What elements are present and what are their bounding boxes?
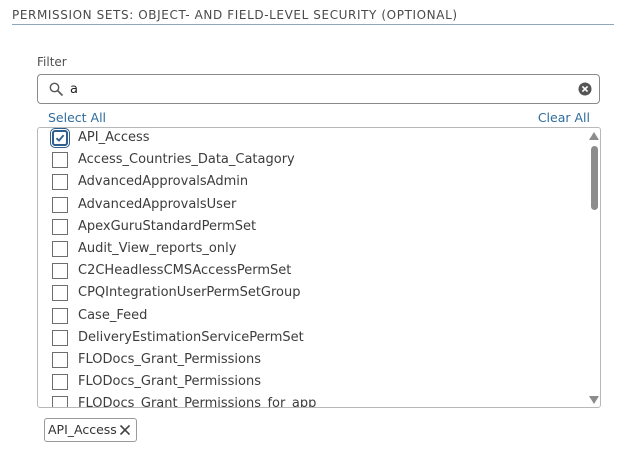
filter-label: Filter [37,55,67,69]
checkbox[interactable] [52,263,68,280]
checkbox[interactable] [52,241,68,257]
list-item[interactable]: DeliveryEstimationServicePermSet [38,328,578,350]
list-item-label: FLODocs_Grant_Permissions [78,352,261,367]
checkbox[interactable] [52,152,68,169]
filter-field[interactable] [37,74,600,104]
remove-x-icon[interactable] [119,424,131,436]
checkbox[interactable] [52,307,68,324]
selected-pill: API_Access [44,418,137,442]
checkbox[interactable] [52,329,68,346]
list-item-label: Case_Feed [78,307,148,323]
list-item-label: Audit_View_reports_only [78,241,237,256]
list-item-label: CPQIntegrationUserPermSetGroup [78,285,301,301]
list-item-label: AdvancedApprovalsUser [78,196,237,212]
list-item[interactable]: ApexGuruStandardPermSet [38,217,578,239]
list-item-label: DeliveryEstimationServicePermSet [78,329,304,345]
checkbox-checked[interactable] [50,128,70,148]
list-item[interactable]: FLODocs_Grant_Permissions_for_app [38,394,578,408]
list-item-label: C2CHeadlessCMSAccessPermSet [78,263,292,279]
list-item-label: ApexGuruStandardPermSet [78,218,257,234]
list-item[interactable]: AdvancedApprovalsUser [38,195,578,217]
list-item[interactable]: FLODocs_Grant_Permissions [38,350,578,372]
checkbox[interactable] [52,285,68,302]
clear-all-link[interactable]: Clear All [538,110,590,125]
checkbox[interactable] [52,374,68,391]
checkbox[interactable] [52,174,68,191]
list-item-label: API_Access [78,130,150,145]
checkbox[interactable] [52,196,68,213]
section-title: PERMISSION SETS: OBJECT- AND FIELD-LEVEL… [12,8,458,22]
checkbox[interactable] [52,396,68,407]
scrollbar-thumb[interactable] [591,146,598,210]
checkbox[interactable] [52,218,68,235]
permission-set-list[interactable]: API_Access Access_Countries_Data_Catagory… [37,127,601,408]
list-item[interactable]: Case_Feed [38,306,578,328]
scroll-up-arrow-icon[interactable] [589,132,599,140]
list-item[interactable]: Access_Countries_Data_Catagory [38,150,578,172]
list-item[interactable]: CPQIntegrationUserPermSetGroup [38,283,578,305]
list-item[interactable]: FLODocs_Grant_Permissions [38,372,578,394]
checkmark-icon [55,134,65,142]
section-divider [12,24,614,25]
list-item[interactable]: Audit_View_reports_only [38,239,578,261]
list-item[interactable]: API_Access [38,128,578,150]
list-item-label: AdvancedApprovalsAdmin [78,174,249,190]
list-item[interactable]: C2CHeadlessCMSAccessPermSet [38,261,578,283]
list-item[interactable]: AdvancedApprovalsAdmin [38,172,578,194]
pill-label: API_Access [48,422,117,437]
list-item-label: Access_Countries_Data_Catagory [78,152,295,168]
list-item-label: FLODocs_Grant_Permissions [78,374,261,390]
scroll-down-arrow-icon[interactable] [589,396,599,404]
list-item-label: FLODocs_Grant_Permissions_for_app [78,396,317,408]
filter-input[interactable] [70,82,570,97]
select-all-link[interactable]: Select All [48,110,106,125]
checkbox[interactable] [52,352,68,368]
clear-circle-icon[interactable] [578,82,592,96]
search-icon [49,82,63,96]
